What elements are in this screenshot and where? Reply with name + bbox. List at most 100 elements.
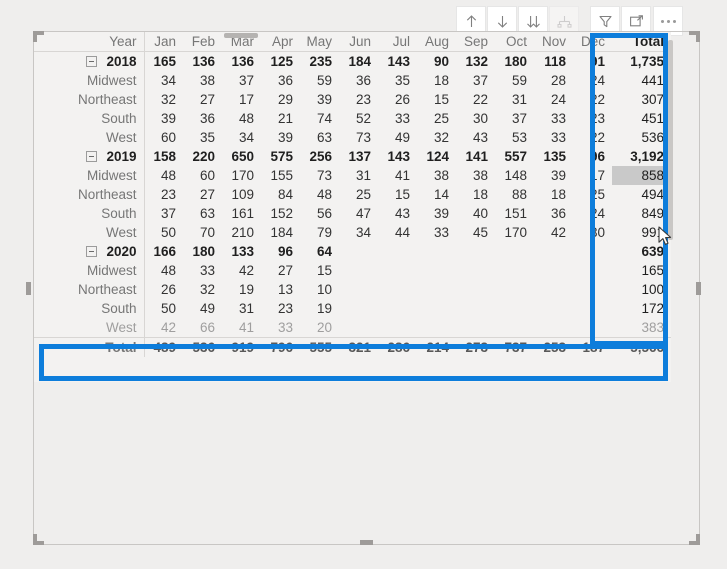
cell-jun[interactable]: 184: [339, 52, 378, 72]
cell-sep[interactable]: [456, 299, 495, 318]
cell-aug[interactable]: 38: [417, 166, 456, 185]
collapse-icon[interactable]: [86, 55, 98, 67]
cell-nov[interactable]: 24: [534, 90, 573, 109]
grand-total-dec[interactable]: 187: [573, 337, 612, 357]
cell-nov[interactable]: 18: [534, 185, 573, 204]
cell-jun[interactable]: [339, 242, 378, 261]
cell-may[interactable]: 73: [300, 166, 339, 185]
cell-mar[interactable]: 17: [222, 90, 261, 109]
table-row[interactable]: Northeast 32 27 17 29 39 23 26 15 22 31 24 22 307: [34, 90, 671, 109]
cell-jul[interactable]: 41: [378, 166, 417, 185]
cell-aug[interactable]: [417, 318, 456, 338]
column-header-year[interactable]: Year: [34, 32, 145, 52]
cell-aug[interactable]: [417, 299, 456, 318]
table-row[interactable]: 2018 165 136 136 125 235 184 143 90 132 180 118 91 1,…: [34, 51, 671, 72]
cell-total[interactable]: 441: [612, 71, 671, 90]
table-row[interactable]: West 50 70 210 184 79 34 44 33 45 170 42 30 991: [34, 223, 671, 242]
cell-oct[interactable]: [495, 280, 534, 299]
grand-total-mar[interactable]: 919: [222, 337, 261, 357]
cell-apr[interactable]: 96: [261, 242, 300, 261]
row-header-west[interactable]: West: [34, 318, 145, 338]
grand-total-nov[interactable]: 253: [534, 337, 573, 357]
resize-handle-bottom-left[interactable]: [33, 534, 44, 545]
cell-mar[interactable]: 170: [222, 166, 261, 185]
cell-dec[interactable]: 25: [573, 185, 612, 204]
cell-may[interactable]: 79: [300, 223, 339, 242]
cell-dec[interactable]: 24: [573, 204, 612, 223]
cell-oct[interactable]: 37: [495, 109, 534, 128]
cell-apr[interactable]: 184: [261, 223, 300, 242]
matrix-visual[interactable]: Year Jan Feb Mar Apr May Jun Jul Aug Sep Oct Nov Dec…: [34, 32, 671, 382]
table-row[interactable]: Northeast 23 27 109 84 48 25 15 14 18 88 18 25 494: [34, 185, 671, 204]
cell-sep[interactable]: 141: [456, 147, 495, 166]
row-header-south[interactable]: South: [34, 109, 145, 128]
cell-feb[interactable]: 136: [183, 52, 222, 72]
cell-mar[interactable]: 48: [222, 109, 261, 128]
cell-jun[interactable]: 47: [339, 204, 378, 223]
cell-nov[interactable]: 33: [534, 128, 573, 147]
cell-feb[interactable]: 36: [183, 109, 222, 128]
cell-dec[interactable]: [573, 318, 612, 338]
cell-dec[interactable]: 24: [573, 71, 612, 90]
cell-feb[interactable]: 220: [183, 147, 222, 166]
cell-feb[interactable]: 180: [183, 242, 222, 261]
cell-nov[interactable]: 39: [534, 166, 573, 185]
row-header-west[interactable]: West: [34, 128, 145, 147]
cell-jun[interactable]: 52: [339, 109, 378, 128]
cell-jun[interactable]: 137: [339, 147, 378, 166]
row-header-midwest[interactable]: Midwest: [34, 71, 145, 90]
cell-total[interactable]: 383: [612, 318, 671, 338]
cell-jan[interactable]: 48: [144, 166, 183, 185]
cell-total[interactable]: 307: [612, 90, 671, 109]
cell-dec[interactable]: [573, 242, 612, 261]
cell-sep[interactable]: 18: [456, 185, 495, 204]
cell-may[interactable]: 64: [300, 242, 339, 261]
cell-oct[interactable]: 59: [495, 71, 534, 90]
cell-jun[interactable]: [339, 261, 378, 280]
cell-jan[interactable]: 37: [144, 204, 183, 223]
row-header-midwest[interactable]: Midwest: [34, 261, 145, 280]
cell-total[interactable]: 3,192: [612, 147, 671, 166]
resize-handle-top-left[interactable]: [33, 31, 44, 42]
cell-nov[interactable]: 28: [534, 71, 573, 90]
cell-jul[interactable]: 49: [378, 128, 417, 147]
cell-may[interactable]: 19: [300, 299, 339, 318]
cell-may[interactable]: 256: [300, 147, 339, 166]
cell-total[interactable]: 858: [612, 166, 671, 185]
cell-sep[interactable]: 22: [456, 90, 495, 109]
resize-handle-bottom-right[interactable]: [689, 534, 700, 545]
cell-mar[interactable]: 109: [222, 185, 261, 204]
cell-total[interactable]: 536: [612, 128, 671, 147]
cell-mar[interactable]: 136: [222, 52, 261, 72]
cell-total[interactable]: 849: [612, 204, 671, 223]
row-header-2018[interactable]: 2018: [34, 51, 145, 71]
cell-may[interactable]: 15: [300, 261, 339, 280]
cell-jun[interactable]: 31: [339, 166, 378, 185]
column-header-total[interactable]: Total: [612, 32, 671, 52]
cell-jan[interactable]: 26: [144, 280, 183, 299]
grand-total-row[interactable]: Total 489 536 919 796 555 321 286 214 273 737 253 18…: [34, 337, 671, 357]
table-row[interactable]: Midwest 34 38 37 36 59 36 35 18 37 59 28 24 441: [34, 71, 671, 90]
cell-apr[interactable]: 84: [261, 185, 300, 204]
cell-oct[interactable]: 557: [495, 147, 534, 166]
cell-aug[interactable]: 14: [417, 185, 456, 204]
cell-sep[interactable]: [456, 261, 495, 280]
collapse-icon[interactable]: [86, 245, 98, 257]
cell-mar[interactable]: 133: [222, 242, 261, 261]
cell-oct[interactable]: 88: [495, 185, 534, 204]
cell-oct[interactable]: 31: [495, 90, 534, 109]
vertical-scrollbar[interactable]: [668, 40, 673, 340]
grand-total-total[interactable]: 5,566: [612, 337, 671, 357]
cell-apr[interactable]: 155: [261, 166, 300, 185]
cell-jan[interactable]: 34: [144, 71, 183, 90]
cell-jul[interactable]: 143: [378, 147, 417, 166]
grand-total-oct[interactable]: 737: [495, 337, 534, 357]
cell-jul[interactable]: [378, 261, 417, 280]
cell-aug[interactable]: [417, 280, 456, 299]
cell-jan[interactable]: 166: [144, 242, 183, 261]
cell-jan[interactable]: 158: [144, 147, 183, 166]
cell-feb[interactable]: 33: [183, 261, 222, 280]
cell-may[interactable]: 48: [300, 185, 339, 204]
cell-sep[interactable]: 40: [456, 204, 495, 223]
grand-total-feb[interactable]: 536: [183, 337, 222, 357]
